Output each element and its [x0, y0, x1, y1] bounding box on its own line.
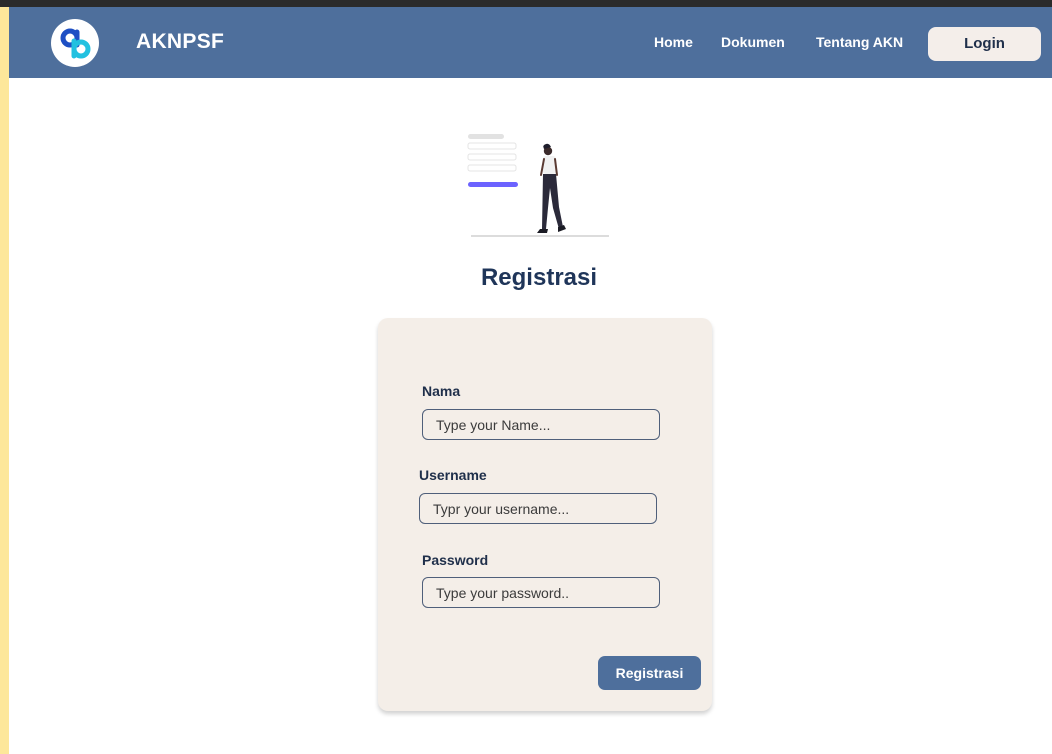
- username-label: Username: [419, 467, 487, 483]
- nav-home-link[interactable]: Home: [654, 34, 693, 50]
- person-walking-from-form-illustration: [465, 131, 611, 239]
- nama-label: Nama: [422, 383, 461, 399]
- registrasi-submit-button[interactable]: Registrasi: [598, 656, 701, 690]
- nama-input[interactable]: [422, 409, 660, 440]
- username-input[interactable]: [419, 493, 657, 524]
- window-top-edge: [0, 0, 1052, 7]
- qb-logo-icon[interactable]: [51, 19, 99, 67]
- page-title: Registrasi: [480, 264, 598, 291]
- page: AKNPSF Home Dokumen Tentang AKN Login Re…: [9, 7, 1052, 754]
- nav-tentang-akn-link[interactable]: Tentang AKN: [816, 34, 903, 50]
- login-button[interactable]: Login: [928, 27, 1041, 61]
- nav-dokumen-link[interactable]: Dokumen: [721, 34, 785, 50]
- navbar: AKNPSF Home Dokumen Tentang AKN Login: [9, 7, 1052, 78]
- password-input[interactable]: [422, 577, 660, 608]
- registration-card: Nama Username Password Registrasi: [378, 318, 712, 711]
- brand-name[interactable]: AKNPSF: [136, 30, 224, 54]
- password-label: Password: [422, 552, 489, 568]
